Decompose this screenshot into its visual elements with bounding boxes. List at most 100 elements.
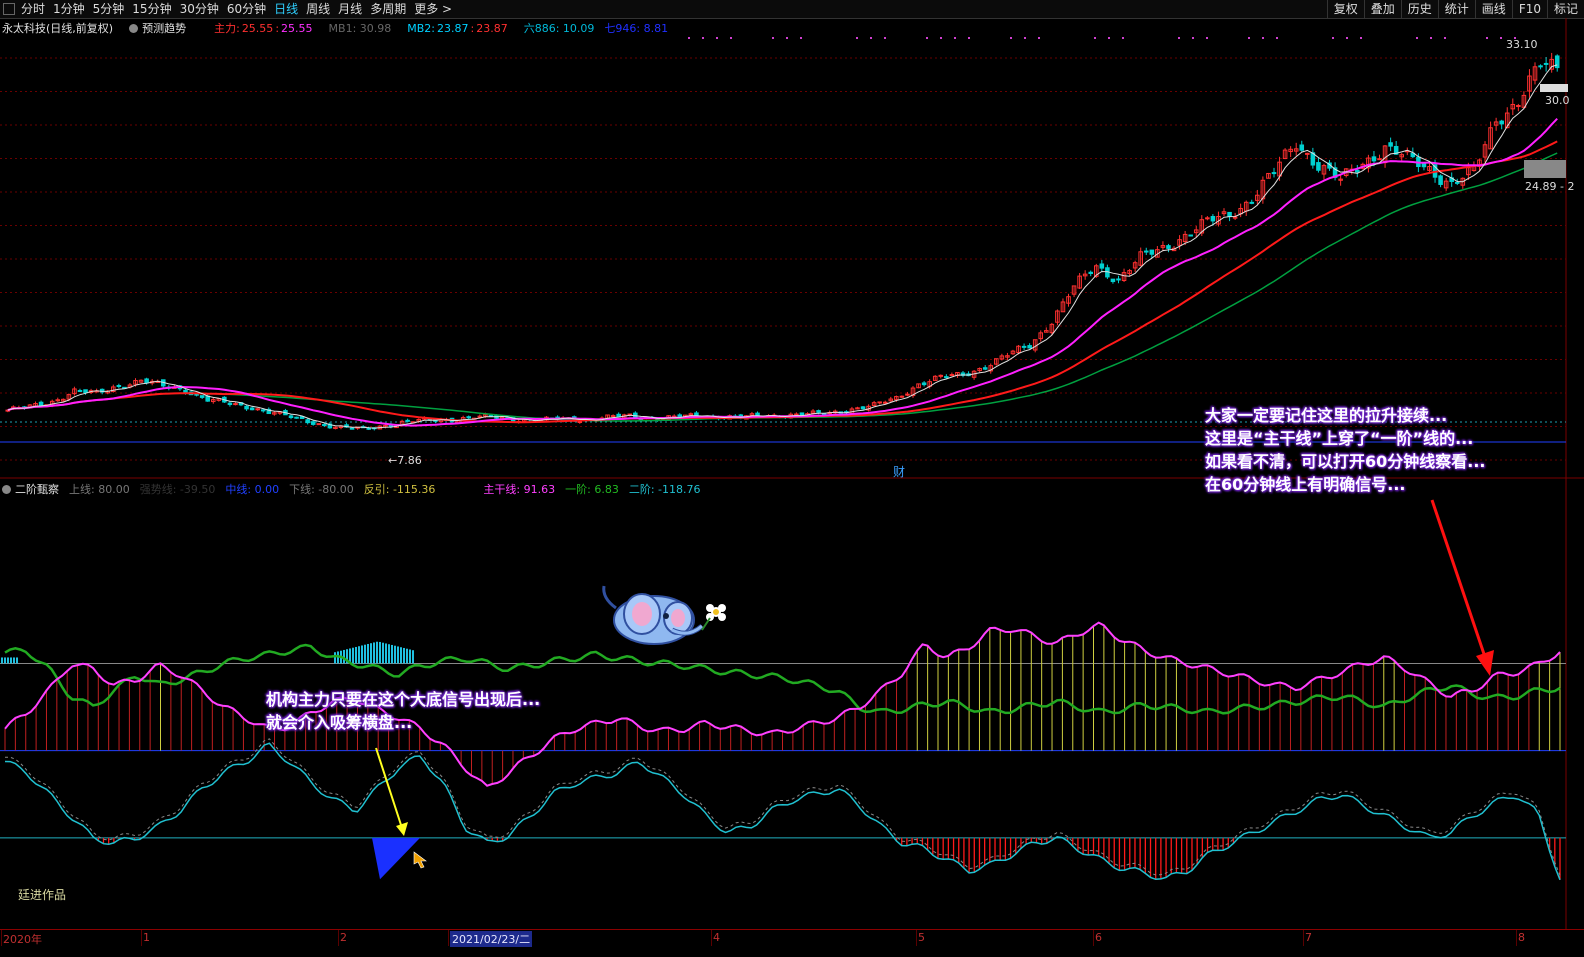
- finance-marker[interactable]: 财: [893, 463, 905, 480]
- candle-body: [1143, 250, 1149, 253]
- signal-dot: [1346, 37, 1348, 39]
- candle-body: [249, 407, 255, 411]
- signal-dot: [1248, 37, 1250, 39]
- candle-body: [116, 385, 122, 388]
- candle-body: [255, 408, 260, 411]
- date-separator: [141, 930, 142, 946]
- candle-body: [366, 427, 372, 430]
- signal-dot: [856, 37, 858, 39]
- candle-body: [288, 415, 294, 418]
- signal-dot: [1444, 37, 1446, 39]
- date-separator: [1516, 930, 1517, 946]
- candle-body: [227, 402, 233, 406]
- price-marker-box: [1524, 160, 1566, 178]
- signal-dot: [800, 37, 802, 39]
- candle-body: [1316, 162, 1321, 171]
- candle-body: [1355, 169, 1360, 173]
- date-tick-label: 7: [1305, 931, 1312, 944]
- cursor-icon: [413, 851, 427, 869]
- candle-body: [1454, 181, 1460, 184]
- price-marker-box: [1540, 84, 1568, 92]
- candle-body: [1371, 156, 1377, 162]
- candle-body: [310, 421, 316, 425]
- date-separator: [338, 930, 339, 946]
- candle-body: [899, 395, 905, 398]
- annotation-line: 大家一定要记住这里的拉升接续...: [1205, 406, 1448, 425]
- annotation-line: 这里是“主干线”上穿了“一阶”线的...: [1205, 429, 1474, 448]
- candle-body: [294, 416, 299, 419]
- zhugan-line: [4, 621, 1561, 787]
- signal-dot: [1038, 37, 1040, 39]
- signal-dot: [772, 37, 774, 39]
- signal-dot: [1430, 37, 1432, 39]
- candle-body: [949, 374, 955, 377]
- max-price-label: 33.10: [1506, 38, 1538, 51]
- candle-body: [233, 403, 238, 406]
- candle-body: [921, 382, 927, 386]
- candle-body: [1116, 278, 1121, 281]
- candle-body: [1249, 201, 1255, 204]
- candle-body: [1099, 263, 1105, 269]
- candle-body: [55, 399, 61, 402]
- candle-body: [1110, 278, 1116, 283]
- candle-body: [77, 390, 83, 393]
- candle-body: [1227, 211, 1232, 217]
- date-axis: 2020年 1 2 2021/02/23/二 4 5 6 7 8: [0, 929, 1584, 947]
- fanyin-dashed-line: [5, 738, 1561, 876]
- candle-body: [1021, 345, 1027, 348]
- signal-dot: [884, 37, 886, 39]
- date-tick-label: 4: [713, 931, 720, 944]
- ma-magenta-line: [7, 118, 1558, 427]
- annotation-line: 在60分钟线上有明确信号...: [1205, 475, 1406, 494]
- min-price-value: 7.86: [397, 454, 422, 467]
- candle-body: [1438, 175, 1443, 185]
- annotation-line: 机构主力只要在这个大底信号出现后...: [266, 690, 541, 709]
- candle-body: [38, 401, 44, 406]
- signal-dot: [870, 37, 872, 39]
- annotation-line: 如果看不清，可以打开60分钟线察看...: [1205, 452, 1486, 471]
- min-price-label: ←7.86: [388, 454, 422, 467]
- candle-body: [1188, 234, 1193, 237]
- signal-dot: [940, 37, 942, 39]
- signal-dot: [1486, 37, 1488, 39]
- annotation-right: 大家一定要记住这里的拉升接续... 这里是“主干线”上穿了“一阶”线的... 如…: [1205, 404, 1486, 496]
- candle-body: [144, 378, 149, 384]
- level-price-label: 30.0: [1545, 94, 1570, 107]
- signal-dot: [1122, 37, 1124, 39]
- candle-body: [1305, 152, 1310, 155]
- signal-dot: [1024, 37, 1026, 39]
- elephant-sticker: [602, 585, 726, 645]
- ma-green-line: [7, 152, 1558, 422]
- candle-body: [905, 393, 910, 396]
- date-tick-label: 5: [918, 931, 925, 944]
- signal-dot: [702, 37, 704, 39]
- range-price-label: 24.89 - 2: [1525, 180, 1575, 193]
- signal-dot: [688, 37, 690, 39]
- signal-dot: [1500, 37, 1502, 39]
- ma-red-line: [7, 140, 1558, 424]
- signal-dot: [954, 37, 956, 39]
- candle-body: [322, 424, 327, 427]
- candle-body: [816, 410, 821, 413]
- annotation-line: 就会介入吸筹横盘...: [266, 713, 413, 732]
- candle-body: [83, 389, 88, 394]
- date-separator: [1093, 930, 1094, 946]
- candle-body: [877, 401, 882, 404]
- annotation-left: 机构主力只要在这个大底信号出现后... 就会介入吸筹横盘...: [266, 688, 540, 734]
- candle-body: [1210, 216, 1216, 222]
- author-label: 廷进作品: [18, 888, 67, 902]
- candle-body: [1299, 144, 1305, 151]
- candle-body: [1088, 271, 1093, 275]
- signal-dot: [1206, 37, 1208, 39]
- signal-dot: [1276, 37, 1278, 39]
- candle-body: [199, 395, 205, 398]
- candle-body: [577, 420, 583, 423]
- candle-body: [1027, 345, 1032, 349]
- selected-date-label[interactable]: 2021/02/23/二: [450, 931, 533, 947]
- candle-body: [1271, 172, 1277, 175]
- candle-body: [1377, 158, 1382, 161]
- candle-body: [755, 412, 760, 417]
- candle-body: [1538, 65, 1543, 68]
- red-arrow: [1430, 499, 1488, 661]
- date-separator: [916, 930, 917, 946]
